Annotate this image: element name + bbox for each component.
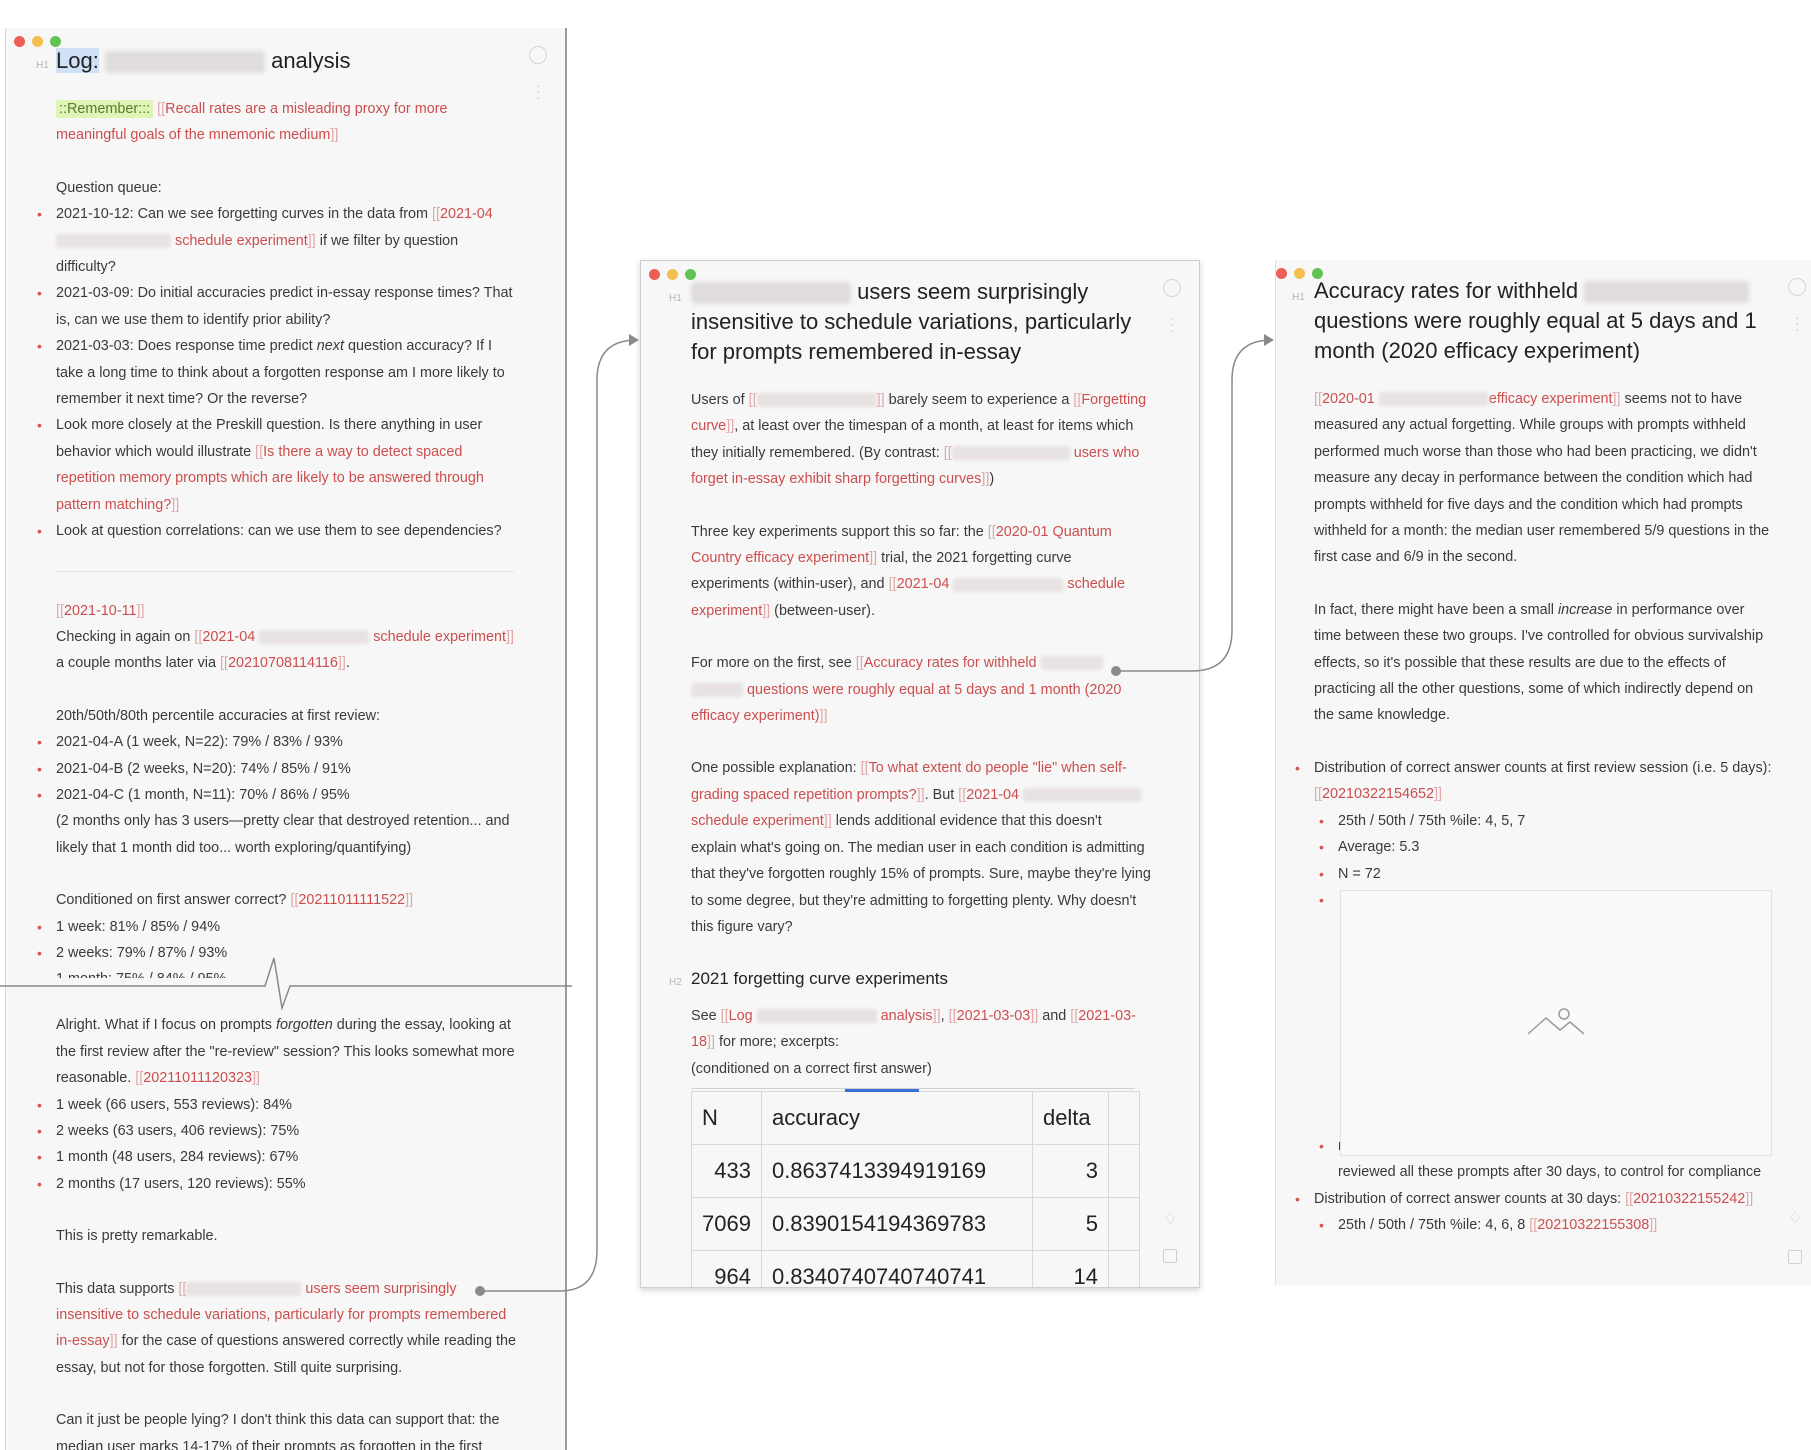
- percentile-list: 2021-04-A (1 week, N=22): 79% / 83% / 93…: [37, 729, 521, 809]
- list-item: Average: 5.3: [1319, 834, 1774, 861]
- paragraph: Users of [[]] barely seem to experience …: [691, 392, 1147, 488]
- remember-block: ::Remember::: [[Recall rates are a misle…: [56, 100, 448, 144]
- scroll-indicator: [845, 1088, 919, 1092]
- lying-paragraph: Can it just be people lying? I don't thi…: [56, 1412, 500, 1450]
- minimize-button[interactable]: [32, 36, 43, 47]
- paragraph: For more on the first, see [[Accuracy ra…: [691, 655, 1122, 725]
- date-link[interactable]: 2021-10-11: [64, 603, 137, 619]
- remember-tag: ::Remember:::: [56, 100, 154, 118]
- page-title: Accuracy rates for withheld questions we…: [1314, 278, 1757, 363]
- info-icon[interactable]: [529, 46, 547, 64]
- close-button[interactable]: [14, 36, 25, 47]
- paragraph: In fact, there might have been a small i…: [1314, 601, 1764, 724]
- list-item: 2 weeks: 79% / 87% / 93%: [37, 940, 521, 967]
- left-note-window[interactable]: H1 · · · Log: analysis ::Remember::: [[Rec…: [5, 28, 567, 1450]
- remarkable-text: This is pretty remarkable.: [56, 1228, 218, 1245]
- table-row: 964 0.8340740740740741 14: [691, 1249, 1140, 1287]
- image-placeholder-icon: [1527, 1008, 1585, 1035]
- list-item: 2 months (17 users, 120 reviews): 55%: [37, 1171, 521, 1198]
- table-header-row: N accuracy delta: [691, 1090, 1140, 1145]
- copy-icon[interactable]: [1788, 1250, 1802, 1264]
- more-icon[interactable]: · · ·: [1170, 311, 1175, 337]
- table-row: 7069 0.8390154194369783 5: [691, 1196, 1140, 1251]
- window-controls[interactable]: [649, 269, 696, 280]
- minimize-button[interactable]: [667, 269, 678, 280]
- question-queue-label: Question queue:: [56, 179, 162, 196]
- list-item: 2021-04-C (1 month, N=11): 70% / 86% / 9…: [37, 782, 521, 809]
- table-row: 433 0.8637413394919169 3: [691, 1143, 1140, 1198]
- list-item: 1 week (66 users, 553 reviews): 84%: [37, 1092, 521, 1119]
- image-placeholder[interactable]: [1340, 890, 1772, 1156]
- checkin-paragraph: Checking in again on [[2021-04 schedule …: [56, 628, 515, 672]
- percentile-label: 20th/50th/80th percentile accuracies at …: [56, 707, 380, 724]
- two-months-note: (2 months only has 3 users—pretty clear …: [56, 813, 510, 856]
- forgotten-list: 1 week (66 users, 553 reviews): 84% 2 we…: [37, 1092, 521, 1198]
- heading-level-marker: H1: [36, 60, 49, 71]
- list-item: 1 week: 81% / 85% / 94%: [37, 914, 521, 941]
- right-note-window[interactable]: H1 · · · ♢ Accuracy rates for withheld que…: [1275, 260, 1811, 1285]
- list-item: Distribution of correct answer counts at…: [1295, 1186, 1774, 1239]
- supports-paragraph: This data supports [[ users seem surpris…: [56, 1280, 516, 1376]
- more-icon[interactable]: · · ·: [536, 78, 541, 104]
- paragraph: One possible explanation: [[To what exte…: [691, 760, 1151, 935]
- list-item: 25th / 50th / 75th %ile: 4, 5, 7: [1319, 808, 1774, 835]
- more-icon[interactable]: · · ·: [1795, 310, 1800, 336]
- conditioned-label: Conditioned on first answer correct? [[2…: [56, 892, 414, 909]
- bookmark-icon[interactable]: ♢: [1163, 1209, 1177, 1229]
- list-item: 2 weeks (63 users, 406 reviews): 75%: [37, 1118, 521, 1145]
- info-icon[interactable]: [1788, 278, 1806, 296]
- list-item: 25th / 50th / 75th %ile: 4, 6, 8 [[20210…: [1319, 1212, 1774, 1239]
- minimize-button[interactable]: [1294, 268, 1305, 279]
- copy-icon[interactable]: [1163, 1249, 1177, 1263]
- list-item: 2021-03-09: Do initial accuracies predic…: [37, 280, 521, 333]
- section-heading: H2 2021 forgetting curve experiments: [669, 969, 949, 989]
- window-controls[interactable]: [14, 36, 61, 47]
- page-title: users seem surprisingly insensitive to s…: [691, 279, 1132, 364]
- list-item: 2021-04-B (2 weeks, N=20): 74% / 85% / 9…: [37, 756, 521, 783]
- paragraph: [[2020-01 efficacy experiment]] seems no…: [1314, 391, 1770, 566]
- list-item: N = 72: [1319, 861, 1774, 888]
- question-queue-list: 2021-10-12: Can we see forgetting curves…: [37, 201, 521, 545]
- list-item: Look more closely at the Preskill questi…: [37, 412, 521, 518]
- middle-note-window[interactable]: H1 · · · ♢ users seem surprisingly insensi…: [640, 260, 1200, 1288]
- list-item: 2021-10-12: Can we see forgetting curves…: [37, 201, 521, 280]
- list-item: 2021-04-A (1 week, N=22): 79% / 83% / 93…: [37, 729, 521, 756]
- results-table: N accuracy delta 433 0.8637413394919169 …: [691, 1090, 1140, 1287]
- conditioned-list: 1 week: 81% / 85% / 94% 2 weeks: 79% / 8…: [37, 914, 521, 979]
- heading-level-marker: H1: [1292, 292, 1305, 303]
- paragraph: See [[Log analysis]], [[2021-03-03]] and…: [691, 1007, 1136, 1051]
- alright-paragraph: Alright. What if I focus on prompts forg…: [56, 1017, 515, 1087]
- close-button[interactable]: [1276, 268, 1287, 279]
- list-item: Look at question correlations: can we us…: [37, 518, 521, 545]
- heading-level-marker: H1: [669, 293, 682, 304]
- info-icon[interactable]: [1163, 279, 1181, 297]
- close-button[interactable]: [649, 269, 660, 280]
- list-item: 1 month (48 users, 284 reviews): 67%: [37, 1144, 521, 1171]
- paragraph: Three key experiments support this so fa…: [691, 523, 1125, 619]
- page-title: Log: analysis: [56, 48, 351, 74]
- list-item: 2021-03-03: Does response time predict n…: [37, 333, 521, 412]
- table-caption: (conditioned on a correct first answer): [691, 1060, 932, 1077]
- list-item: 1 month: 75% / 84% / 95%: [56, 966, 521, 978]
- divider: [56, 570, 514, 572]
- bookmark-icon[interactable]: ♢: [1788, 1208, 1802, 1228]
